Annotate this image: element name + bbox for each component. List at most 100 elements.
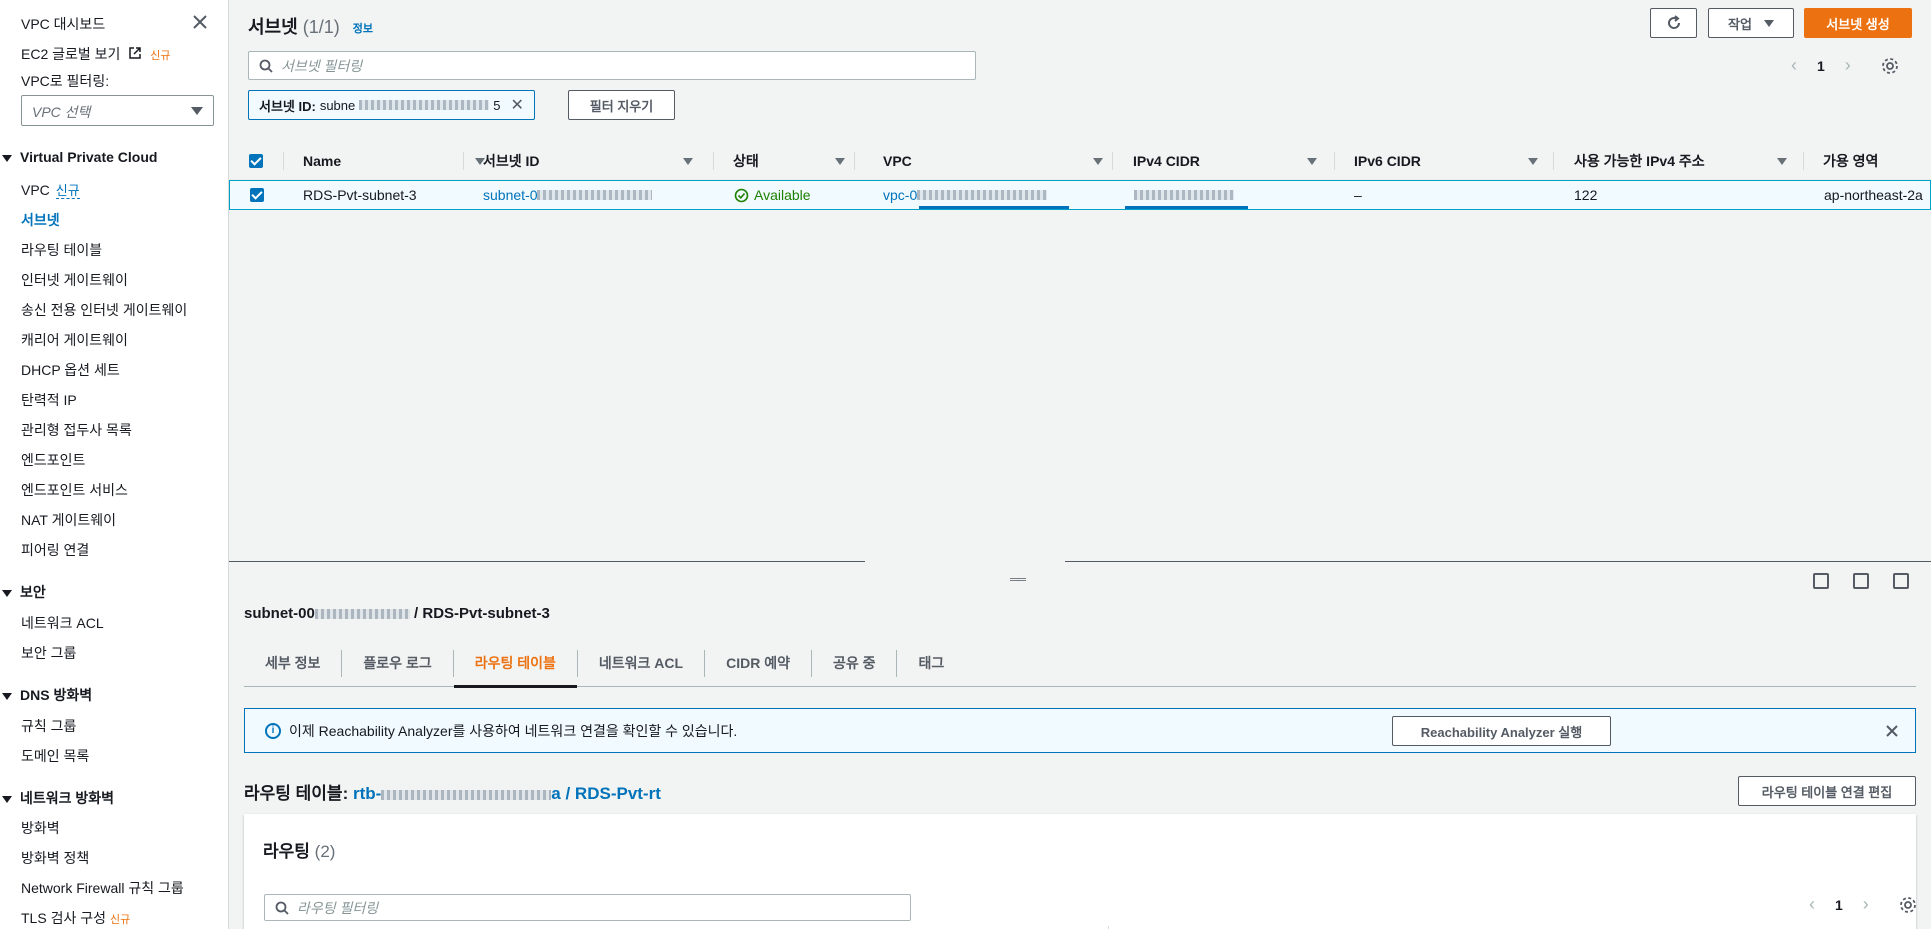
- sidebar-item-vpc-dashboard[interactable]: VPC 대시보드: [21, 14, 105, 34]
- sidebar-item-domain-lists[interactable]: 도메인 목록: [21, 746, 89, 766]
- tab-cidr-reservations[interactable]: CIDR 예약: [705, 649, 812, 677]
- sidebar-item-endpoints[interactable]: 엔드포인트: [21, 450, 85, 470]
- route-table-link[interactable]: rtb-a / RDS-Pvt-rt: [353, 784, 661, 803]
- info-alert: i 이제 Reachability Analyzer를 사용하여 네트워크 연결…: [244, 708, 1916, 753]
- create-subnet-button[interactable]: 서브넷 생성: [1804, 8, 1912, 38]
- sidebar-item-internet-gateways[interactable]: 인터넷 게이트웨이: [21, 270, 128, 290]
- routes-search-input[interactable]: 라우팅 필터링: [264, 894, 911, 921]
- sidebar-item-egress-only-gateways[interactable]: 송신 전용 인터넷 게이트웨이: [21, 300, 187, 320]
- subnet-search-input[interactable]: 서브넷 필터링: [248, 51, 976, 80]
- sort-icon: [835, 158, 845, 165]
- close-icon[interactable]: ✕: [510, 95, 523, 115]
- vpc-filter-label: VPC로 필터링:: [21, 73, 110, 89]
- section-security[interactable]: 보안: [2, 582, 46, 602]
- cell-available-ipv4: 122: [1574, 187, 1598, 203]
- tab-details[interactable]: 세부 정보: [244, 649, 343, 677]
- redacted-value: [917, 190, 1048, 200]
- layout-full-icon[interactable]: [1893, 573, 1909, 589]
- gear-icon[interactable]: [1881, 57, 1899, 75]
- chevron-left-icon[interactable]: ‹: [1791, 55, 1797, 76]
- sidebar-item-elastic-ips[interactable]: 탄력적 IP: [21, 390, 77, 410]
- column-divider: [1803, 152, 1804, 170]
- sidebar-item-endpoint-services[interactable]: 엔드포인트 서비스: [21, 480, 128, 500]
- chevron-left-icon[interactable]: ‹: [1809, 894, 1815, 915]
- sidebar-item-tls-inspection[interactable]: TLS 검사 구성 신규: [21, 908, 130, 928]
- column-header-ipv4-cidr[interactable]: IPv4 CIDR: [1133, 142, 1333, 180]
- tab-bar: 세부 정보 플로우 로그 라우팅 테이블 네트워크 ACL CIDR 예약 공유…: [244, 640, 1916, 688]
- redacted-value: [359, 100, 490, 110]
- column-resize-indicator: [919, 206, 1069, 209]
- sidebar-item-subnets[interactable]: 서브넷: [21, 210, 60, 230]
- sidebar-item-firewall-rule-groups[interactable]: Network Firewall 규칙 그룹: [21, 878, 184, 898]
- chevron-right-icon[interactable]: ›: [1863, 894, 1869, 915]
- sidebar-item-rule-groups[interactable]: 규칙 그룹: [21, 716, 76, 736]
- column-header-ipv6-cidr[interactable]: IPv6 CIDR: [1354, 142, 1554, 180]
- column-divider: [1112, 152, 1113, 170]
- redacted-value: [381, 789, 552, 800]
- column-header-available-ipv4[interactable]: 사용 가능한 IPv4 주소: [1574, 142, 1794, 180]
- close-icon[interactable]: [1884, 723, 1900, 739]
- pagination: ‹ 1 ›: [1791, 55, 1899, 76]
- vpc-select[interactable]: VPC 선택: [21, 95, 214, 126]
- column-header-name[interactable]: Name: [303, 142, 493, 180]
- layout-bottom-icon[interactable]: [1813, 573, 1829, 589]
- info-link[interactable]: 정보: [353, 23, 373, 35]
- column-divider: [713, 152, 714, 170]
- chevron-right-icon[interactable]: ›: [1845, 55, 1851, 76]
- column-divider: [1553, 152, 1554, 170]
- tab-flow-logs[interactable]: 플로우 로그: [342, 649, 454, 677]
- split-divider: [1065, 561, 1931, 562]
- checkbox: [250, 188, 264, 202]
- sidebar-item-security-groups[interactable]: 보안 그룹: [21, 643, 76, 663]
- section-network-firewall[interactable]: 네트워크 방화벽: [2, 788, 114, 808]
- refresh-button[interactable]: [1650, 8, 1697, 38]
- tab-route-table[interactable]: 라우팅 테이블: [453, 649, 578, 688]
- page-number[interactable]: 1: [1835, 897, 1843, 913]
- checkbox: [249, 154, 263, 168]
- column-header-availability-zone[interactable]: 가용 영역: [1823, 142, 1878, 180]
- column-header-subnet-id[interactable]: 서브넷 ID: [483, 142, 703, 180]
- sidebar-item-dhcp-options[interactable]: DHCP 옵션 세트: [21, 360, 120, 380]
- sidebar-item-firewall-policies[interactable]: 방화벽 정책: [21, 848, 89, 868]
- cell-state: Available: [734, 181, 811, 209]
- column-divider: [854, 152, 855, 170]
- sidebar-item-nat-gateways[interactable]: NAT 게이트웨이: [21, 510, 116, 530]
- column-header-vpc[interactable]: VPC: [883, 142, 1133, 180]
- sort-icon: [1093, 158, 1103, 165]
- column-divider: [1334, 152, 1335, 170]
- sidebar-item-carrier-gateways[interactable]: 캐리어 게이트웨이: [21, 330, 128, 350]
- table-row[interactable]: RDS-Pvt-subnet-3 subnet-0 Available vpc-…: [229, 180, 1931, 210]
- split-panel: ══ subnet-00 / RDS-Pvt-subnet-3 세부 정보 플로…: [229, 560, 1931, 929]
- cell-subnet-id[interactable]: subnet-0: [483, 181, 653, 209]
- section-virtual-private-cloud[interactable]: Virtual Private Cloud: [2, 149, 157, 165]
- row-checkbox[interactable]: [250, 181, 264, 209]
- sidebar-item-ec2-global[interactable]: EC2 글로벌 보기 신규: [21, 44, 170, 64]
- cell-vpc[interactable]: vpc-0: [883, 181, 1048, 209]
- sidebar-item-network-acls[interactable]: 네트워크 ACL: [21, 613, 104, 633]
- refresh-icon: [1667, 15, 1680, 29]
- clear-filters-button[interactable]: 필터 지우기: [568, 90, 675, 120]
- gear-icon[interactable]: [1899, 896, 1917, 914]
- tab-network-acl[interactable]: 네트워크 ACL: [578, 649, 706, 677]
- close-icon[interactable]: [190, 12, 210, 32]
- sort-icon: [1528, 158, 1538, 165]
- sidebar-item-peering[interactable]: 피어링 연결: [21, 540, 89, 560]
- column-divider: [463, 152, 464, 170]
- tab-tags[interactable]: 태그: [897, 650, 965, 677]
- column-header-state[interactable]: 상태: [733, 142, 883, 180]
- actions-dropdown-button[interactable]: 작업: [1708, 8, 1794, 38]
- sidebar-item-prefix-lists[interactable]: 관리형 접두사 목록: [21, 420, 132, 440]
- caret-down-icon: [191, 107, 203, 115]
- tab-sharing[interactable]: 공유 중: [812, 649, 898, 677]
- layout-side-icon[interactable]: [1853, 573, 1869, 589]
- sidebar-item-vpc[interactable]: VPC 신규: [21, 180, 80, 199]
- select-all-checkbox[interactable]: [249, 142, 263, 180]
- resize-handle-icon[interactable]: ══: [1010, 572, 1026, 586]
- routes-pagination: ‹ 1 ›: [1809, 894, 1917, 915]
- section-dns-firewall[interactable]: DNS 방화벽: [2, 685, 92, 705]
- sidebar-item-route-tables[interactable]: 라우팅 테이블: [21, 240, 102, 260]
- edit-route-table-association-button[interactable]: 라우팅 테이블 연결 편집: [1738, 776, 1916, 806]
- page-number[interactable]: 1: [1817, 58, 1825, 74]
- run-reachability-analyzer-button[interactable]: Reachability Analyzer 실행: [1392, 716, 1611, 746]
- sidebar-item-firewalls[interactable]: 방화벽: [21, 818, 60, 838]
